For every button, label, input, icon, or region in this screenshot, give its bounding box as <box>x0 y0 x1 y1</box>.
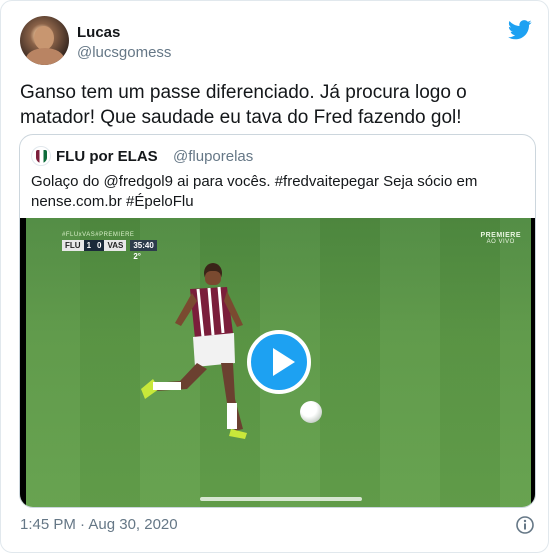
info-icon[interactable] <box>515 515 535 535</box>
scorebug-away-team: VAS <box>104 240 127 251</box>
scorebug-row: FLU 1 0 VAS 35:40 2° <box>62 240 157 261</box>
video-letterbox-right <box>531 218 535 507</box>
play-icon <box>273 348 295 376</box>
quoted-handle[interactable]: @fluporelas <box>173 148 253 165</box>
scorebug-away-score: 0 <box>94 240 105 251</box>
quoted-text: Golaço do @fredgol9 ai para vocês. #fred… <box>31 173 478 210</box>
play-button[interactable] <box>247 330 311 394</box>
tweet-text: Ganso tem um passe diferenciado. Já proc… <box>20 82 467 128</box>
quoted-display-name[interactable]: FLU por ELAS <box>56 148 158 165</box>
tweet-timestamp[interactable]: 1:45 PM · Aug 30, 2020 <box>20 516 178 533</box>
video-letterbox-left <box>20 218 26 507</box>
quoted-avatar[interactable] <box>31 146 51 166</box>
football <box>300 401 322 423</box>
quoted-tweet[interactable]: FLU por ELAS @fluporelas Golaço do @fred… <box>19 134 536 508</box>
avatar-body <box>26 48 64 65</box>
scorebug-home-team: FLU <box>62 240 84 251</box>
scorebug-clock: 35:40 2° <box>130 240 157 261</box>
player-figure <box>141 263 247 439</box>
video-player[interactable]: #FLUxVAS#PREMIERE FLU 1 0 VAS 35:40 2° P… <box>20 218 535 507</box>
broadcaster-logo: PREMIERE AO VIVO <box>480 232 521 245</box>
author-display-name[interactable]: Lucas <box>77 24 120 41</box>
twitter-bird-icon[interactable] <box>508 20 532 40</box>
club-crest-icon <box>36 150 47 163</box>
broadcast-status: AO VIVO <box>486 239 515 245</box>
scorebug-home-score: 1 <box>83 240 95 251</box>
author-avatar[interactable] <box>20 16 69 65</box>
broadcaster-name: PREMIERE <box>480 232 521 239</box>
tweet-card: Lucas @lucsgomess Ganso tem um passe dif… <box>0 0 549 553</box>
avatar-face <box>34 26 54 50</box>
video-progress-bar[interactable] <box>200 497 362 501</box>
scorebug-tag: #FLUxVAS#PREMIERE <box>62 232 135 238</box>
author-handle[interactable]: @lucsgomess <box>77 44 171 61</box>
